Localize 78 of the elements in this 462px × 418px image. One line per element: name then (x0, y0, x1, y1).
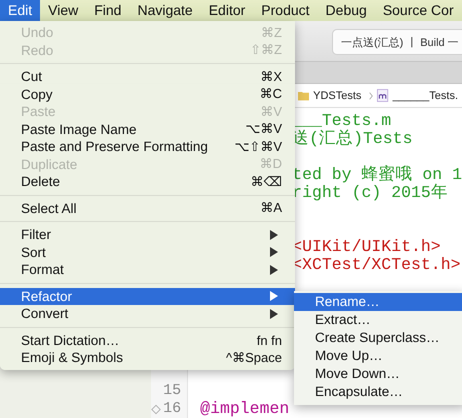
breadcrumb-item[interactable]: ______Tests. (392, 90, 458, 102)
shortcut: ⌘D (260, 156, 282, 172)
menu-item-label: Emoji & Symbols (21, 350, 124, 366)
chevron-icon (369, 90, 374, 100)
line-number: 15 (163, 382, 182, 400)
menu-item[interactable]: Encapsulate… (294, 383, 462, 401)
submenu-arrow-icon (270, 247, 278, 258)
menu-item[interactable]: Emoji & Symbols ^⌘Space (0, 349, 295, 366)
menu-bar-item[interactable]: Source Cor (374, 0, 462, 21)
menu-item[interactable]: Paste Image Name ⌥⌘V (0, 120, 295, 138)
menu-bar-item[interactable]: View (40, 0, 86, 21)
menu-item[interactable]: Cut ⌘X (0, 68, 295, 86)
breadcrumb-item[interactable]: YDSTests (313, 90, 362, 102)
menu-item-label: Paste (21, 104, 56, 120)
scheme-name: 一点送(汇总) (341, 36, 404, 50)
file-icon (377, 89, 389, 102)
code-line: ted by 蜂蜜哦 on 1 (292, 165, 462, 184)
menu-item-label: Copy (21, 86, 53, 102)
menu-item[interactable]: Refactor (0, 288, 295, 305)
shortcut: ⌘Z (261, 24, 282, 41)
shortcut: ⌘A (260, 200, 282, 216)
folder-icon (298, 89, 310, 102)
shortcut: ^⌘Space (226, 350, 282, 366)
menu-bar-item[interactable]: Editor (200, 0, 254, 21)
menu-item-label: Paste and Preserve Formatting (21, 139, 208, 154)
shortcut: ⌘X (260, 68, 282, 85)
code-line: @implemen (200, 399, 290, 418)
menu-item-label: Format (21, 262, 64, 278)
shortcut: ⌥⇧⌘V (234, 138, 282, 155)
menu-item-label: Sort (21, 244, 46, 260)
code-line: <XCTest/XCTest.h> (292, 255, 460, 274)
menu-item-label: Delete (21, 174, 60, 190)
menu-item[interactable]: Move Up… (294, 347, 462, 365)
menu-item-label: Select All (21, 200, 77, 216)
code-line: <UIKit/UIKit.h> (292, 237, 441, 256)
menu-item[interactable]: Extract… (294, 311, 462, 329)
submenu-arrow-icon (270, 230, 278, 240)
menu-item-label: Redo (21, 42, 54, 58)
menu-item[interactable]: Filter (0, 226, 295, 244)
shortcut: fn fn (256, 332, 282, 348)
menu-item[interactable]: Select All ⌘A (0, 200, 295, 217)
menu-item[interactable]: Start Dictation… fn fn (0, 332, 295, 349)
submenu-arrow-icon (270, 264, 278, 275)
shortcut: ⌥⌘V (245, 121, 282, 138)
menu-item-label: Duplicate (21, 156, 78, 172)
shortcut: ⌘⌫ (250, 174, 282, 190)
menu-bar-item[interactable]: Find (86, 0, 130, 21)
shortcut: ⇧⌘Z (250, 42, 282, 58)
menu-item[interactable]: Paste and Preserve Formatting ⌥⇧⌘V (0, 138, 295, 156)
code-line: right (c) 2015年 (292, 183, 448, 202)
menu-bar-item[interactable]: Debug (318, 0, 375, 21)
menu-item[interactable]: Copy ⌘C (0, 86, 295, 103)
menu-item[interactable]: Move Down… (294, 365, 462, 383)
menu-item[interactable]: Delete ⌘⌫ (0, 173, 295, 190)
shortcut: ⌘C (260, 86, 282, 102)
menu-item[interactable]: Create Superclass… (294, 329, 462, 347)
menu-item[interactable]: Convert (0, 305, 295, 322)
menu-item-label: Refactor (21, 288, 72, 304)
menu-bar-item[interactable]: Navigate (129, 0, 201, 21)
menu-bar-item[interactable]: Product (253, 0, 318, 21)
code-line: ___Tests.m (292, 111, 392, 130)
menu-item-label: Paste Image Name (21, 122, 137, 137)
status-divider: | (410, 36, 414, 48)
menu-item[interactable]: Format (0, 261, 295, 278)
menu-item-label: Start Dictation… (21, 332, 120, 348)
submenu-arrow-icon (270, 308, 278, 319)
diamond-icon (151, 404, 162, 414)
menu-item-label: Filter (21, 227, 51, 242)
build-status: Build 一 (420, 36, 459, 50)
menu-item-label: Convert (21, 306, 68, 322)
menu-item-label: Cut (21, 69, 42, 84)
menu-item-label: Undo (21, 25, 54, 40)
submenu-arrow-icon (270, 291, 278, 302)
line-number: 16 (163, 400, 182, 418)
menu-item[interactable]: Sort (0, 244, 295, 261)
shortcut: ⌘V (260, 104, 282, 120)
menu-item[interactable]: Rename… (294, 293, 462, 311)
menu-bar-item[interactable]: Edit (0, 0, 40, 21)
